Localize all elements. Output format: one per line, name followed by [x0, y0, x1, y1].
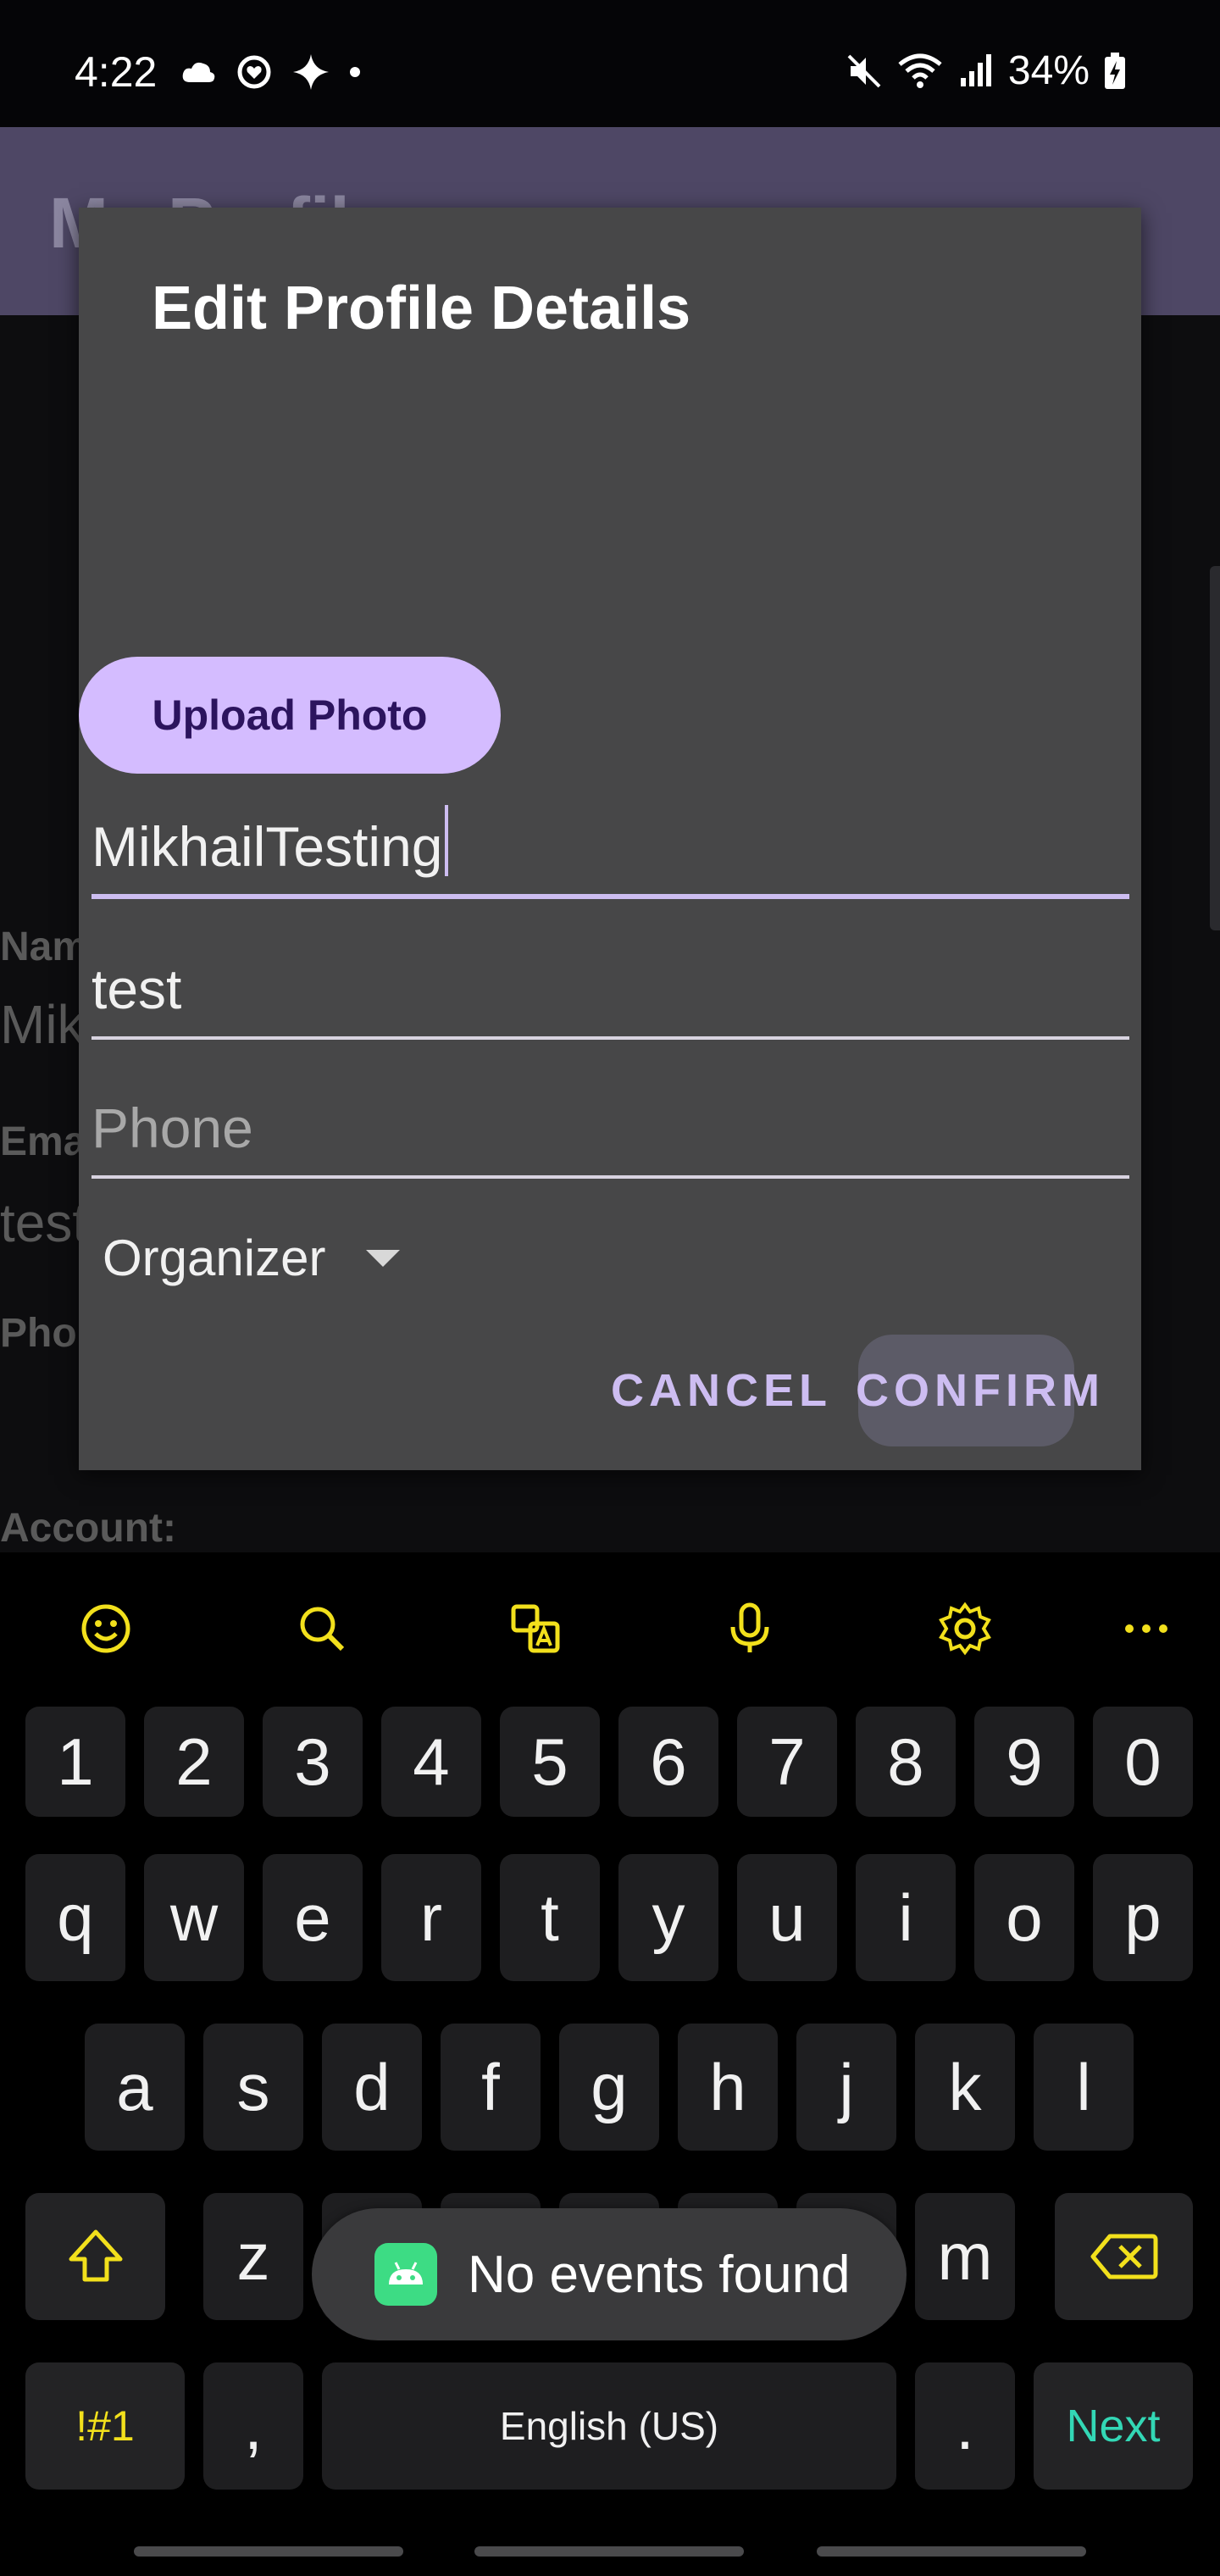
- key-o[interactable]: o: [974, 1854, 1074, 1981]
- symbols-key-label: !#1: [75, 2402, 135, 2450]
- next-key-label: Next: [1066, 2401, 1161, 2451]
- key-5[interactable]: 5: [500, 1707, 600, 1817]
- key-4[interactable]: 4: [381, 1707, 481, 1817]
- key-w[interactable]: w: [144, 1854, 244, 1981]
- account-label: Account:: [0, 1506, 176, 1551]
- key-m[interactable]: m: [915, 2193, 1015, 2320]
- keyboard-toolbar: [0, 1552, 1220, 1705]
- more-icon[interactable]: [1112, 1595, 1180, 1663]
- signal-icon: [960, 53, 991, 86]
- key-z[interactable]: z: [203, 2193, 303, 2320]
- key-k[interactable]: k: [915, 2024, 1015, 2151]
- wifi-icon: [898, 53, 942, 88]
- key-f[interactable]: f: [441, 2024, 541, 2151]
- translate-icon[interactable]: [502, 1595, 569, 1663]
- key-6[interactable]: 6: [618, 1707, 718, 1817]
- key-y[interactable]: y: [618, 1854, 718, 1981]
- key-l[interactable]: l: [1034, 2024, 1134, 2151]
- nav-hint-left[interactable]: [134, 2546, 403, 2557]
- role-dropdown[interactable]: Organizer: [103, 1229, 401, 1287]
- key-0[interactable]: 0: [1093, 1707, 1193, 1817]
- dialog-title: Edit Profile Details: [152, 275, 691, 342]
- phone-placeholder: Phone: [92, 1096, 253, 1159]
- key-j[interactable]: j: [796, 2024, 896, 2151]
- key-8[interactable]: 8: [856, 1707, 956, 1817]
- status-time: 4:22: [75, 48, 158, 96]
- battery-charging-icon: [1105, 52, 1125, 89]
- period-key[interactable]: .: [915, 2362, 1015, 2490]
- backspace-icon: [1090, 2234, 1157, 2279]
- search-icon[interactable]: [288, 1595, 356, 1663]
- key-3[interactable]: 3: [263, 1707, 363, 1817]
- key-h[interactable]: h: [678, 2024, 778, 2151]
- emoji-icon[interactable]: [72, 1595, 140, 1663]
- shift-icon: [69, 2229, 122, 2282]
- phone-field[interactable]: Phone: [92, 1074, 1129, 1179]
- next-key[interactable]: Next: [1034, 2362, 1193, 2490]
- sparkle-icon: [293, 54, 329, 90]
- backspace-key[interactable]: [1055, 2193, 1193, 2320]
- key-d[interactable]: d: [322, 2024, 422, 2151]
- dot-icon: [350, 67, 360, 77]
- cloud-icon: [182, 62, 215, 82]
- name-field[interactable]: MikhailTesting: [92, 792, 1129, 899]
- key-t[interactable]: t: [500, 1854, 600, 1981]
- role-selected-value: Organizer: [103, 1230, 326, 1286]
- system-icons: 34%: [846, 47, 1127, 94]
- key-i[interactable]: i: [856, 1854, 956, 1981]
- symbols-key[interactable]: !#1: [25, 2362, 185, 2490]
- key-2[interactable]: 2: [144, 1707, 244, 1817]
- battery-percent: 34%: [1007, 48, 1090, 93]
- key-a[interactable]: a: [85, 2024, 185, 2151]
- email-input-value: test: [92, 958, 182, 1020]
- key-g[interactable]: g: [559, 2024, 659, 2151]
- dropdown-arrow-icon: [366, 1249, 401, 1267]
- cancel-button[interactable]: CANCEL: [611, 1364, 832, 1417]
- email-value: test: [0, 1192, 88, 1253]
- key-q[interactable]: q: [25, 1854, 125, 1981]
- key-s[interactable]: s: [203, 2024, 303, 2151]
- microphone-icon[interactable]: [716, 1595, 784, 1663]
- comma-key[interactable]: ,: [203, 2362, 303, 2490]
- upload-photo-button[interactable]: Upload Photo: [79, 657, 501, 774]
- android-app-icon: [374, 2243, 437, 2306]
- notification-icons: [180, 53, 361, 92]
- scrollbar[interactable]: [1210, 566, 1220, 930]
- key-u[interactable]: u: [737, 1854, 837, 1981]
- key-e[interactable]: e: [263, 1854, 363, 1981]
- status-bar: 4:22 34%: [0, 0, 1220, 127]
- settings-icon[interactable]: [931, 1595, 999, 1663]
- confirm-button[interactable]: CONFIRM: [856, 1364, 1105, 1417]
- nav-hint-right[interactable]: [817, 2546, 1086, 2557]
- edit-profile-dialog: Edit Profile Details Upload Photo Mikhai…: [79, 208, 1141, 1470]
- key-9[interactable]: 9: [974, 1707, 1074, 1817]
- space-key[interactable]: English (US): [322, 2362, 896, 2490]
- text-cursor: [444, 805, 448, 876]
- shift-key[interactable]: [25, 2193, 165, 2320]
- toast-message: No events found: [312, 2208, 907, 2340]
- toast-text: No events found: [468, 2245, 851, 2304]
- key-1[interactable]: 1: [25, 1707, 125, 1817]
- name-input-value: MikhailTesting: [92, 815, 443, 878]
- key-7[interactable]: 7: [737, 1707, 837, 1817]
- key-r[interactable]: r: [381, 1854, 481, 1981]
- space-key-label: English (US): [499, 2404, 719, 2448]
- key-p[interactable]: p: [1093, 1854, 1193, 1981]
- mute-icon: [847, 54, 881, 87]
- nav-hint-center[interactable]: [474, 2546, 744, 2557]
- health-icon: [237, 55, 271, 89]
- keyboard: 1 2 3 4 5 6 7 8 9 0 q w e r t y u i o p …: [0, 1552, 1220, 2576]
- email-field[interactable]: test: [92, 935, 1129, 1040]
